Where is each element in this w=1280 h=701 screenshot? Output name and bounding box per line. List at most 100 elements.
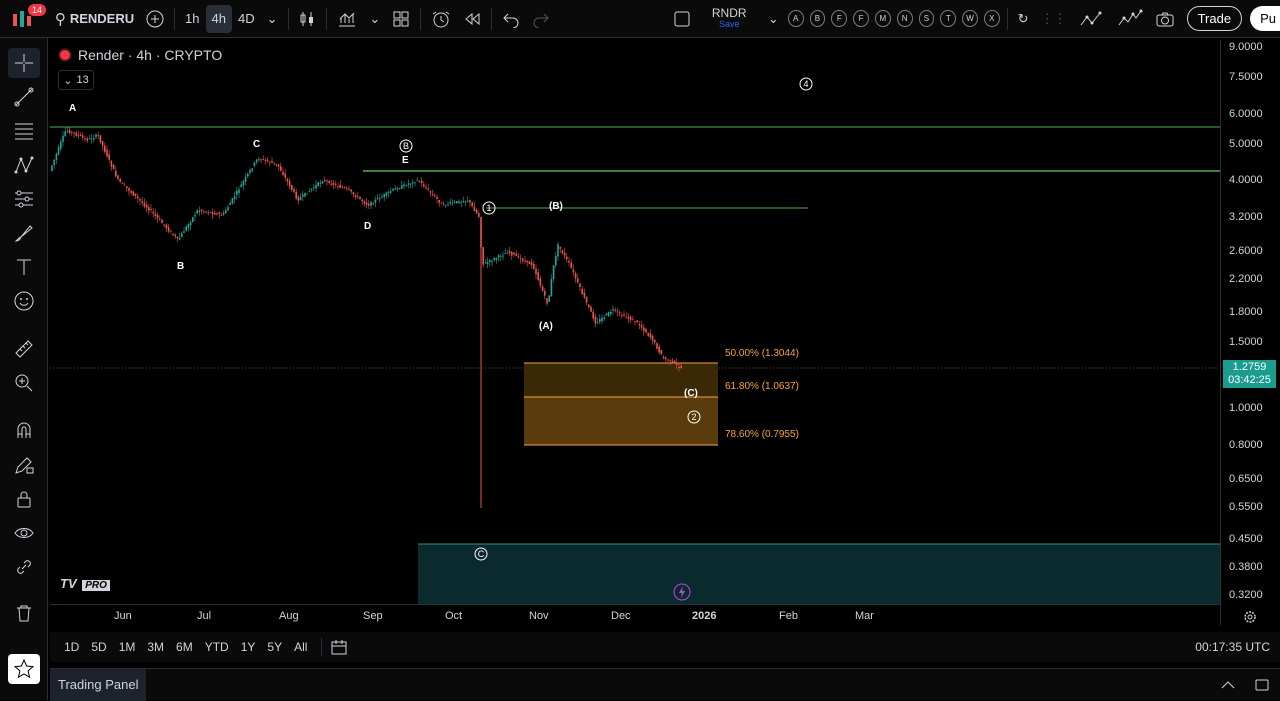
candle-body	[319, 182, 322, 184]
chart-type-button[interactable]	[292, 5, 322, 33]
link-tool[interactable]	[8, 552, 40, 582]
utc-clock[interactable]: 00:17:35 UTC	[1195, 640, 1270, 654]
letter-button-w[interactable]: W	[962, 10, 978, 27]
layout-name-button[interactable]: RNDR Save	[697, 5, 762, 33]
candle-body	[445, 205, 447, 207]
drag-handle[interactable]: ⋮⋮	[1035, 5, 1073, 33]
redo-button[interactable]	[526, 5, 556, 33]
watchlist-favorite-button[interactable]	[8, 654, 40, 684]
interval-1h[interactable]: 1h	[179, 5, 205, 33]
letter-button-b[interactable]: B	[809, 10, 826, 27]
letter-button-x[interactable]: X	[983, 10, 1000, 27]
interval-dropdown[interactable]: ⌄	[261, 5, 284, 33]
range-6m[interactable]: 6M	[170, 640, 199, 654]
add-symbol-button[interactable]	[140, 5, 170, 33]
brush-tool[interactable]	[8, 218, 40, 248]
candle-body	[537, 272, 539, 281]
range-5y[interactable]: 5Y	[261, 640, 288, 654]
candle-body	[629, 316, 632, 321]
app-logo[interactable]: 14	[0, 0, 47, 38]
emoji-tool[interactable]	[8, 286, 40, 316]
range-1m[interactable]: 1M	[113, 640, 142, 654]
indicators-dropdown[interactable]: ⌄	[363, 5, 386, 33]
chart-legend[interactable]: Render · 4h · CRYPTO	[58, 47, 222, 63]
crosshair-icon	[15, 54, 33, 72]
lock-drawing-tool[interactable]	[8, 450, 40, 480]
hide-drawings-tool[interactable]	[8, 518, 40, 548]
wave-label-c[interactable]: C	[253, 139, 260, 150]
ruler-tool[interactable]	[8, 334, 40, 364]
demand-zone[interactable]	[418, 544, 1220, 604]
price-axis[interactable]: 9.0000 7.5000 6.0000 5.0000 4.0000 3.200…	[1220, 40, 1280, 625]
replay-button[interactable]	[457, 5, 487, 33]
text-tool[interactable]	[8, 252, 40, 282]
lock-all-tool[interactable]	[8, 484, 40, 514]
fib-tool[interactable]	[8, 116, 40, 146]
range-ytd[interactable]: YTD	[199, 640, 235, 654]
wave-label-e[interactable]: E	[402, 155, 409, 166]
interval-4d[interactable]: 4D	[232, 5, 261, 33]
candle-body	[236, 190, 238, 195]
wave-label-b[interactable]: B	[177, 261, 184, 272]
undo-button[interactable]	[496, 5, 526, 33]
refresh-button[interactable]: ↻	[1012, 5, 1035, 33]
interval-4h[interactable]: 4h	[205, 4, 232, 33]
screenshot-button[interactable]	[1149, 5, 1181, 33]
candle-body	[544, 290, 546, 296]
letter-button-s[interactable]: S	[918, 10, 935, 27]
wave-tool-abc[interactable]	[1073, 5, 1111, 33]
candle-body	[139, 198, 141, 201]
letter-button-f1[interactable]: F	[831, 10, 848, 27]
candle-body	[134, 193, 137, 197]
indicators-collapse-button[interactable]: ⌄ 13	[58, 70, 94, 90]
layout-dropdown[interactable]: ⌄	[762, 5, 785, 33]
range-3m[interactable]: 3M	[141, 640, 170, 654]
wave-label-par-a[interactable]: (A)	[539, 321, 553, 332]
symbol-search-button[interactable]: ⚲ RENDERU	[49, 5, 140, 33]
compare-checkbox[interactable]	[667, 5, 697, 33]
indicators-button[interactable]	[331, 5, 363, 33]
candle-body	[379, 197, 381, 199]
crosshair-tool[interactable]	[8, 48, 40, 78]
range-5d[interactable]: 5D	[85, 640, 112, 654]
wave-tool-impulse[interactable]	[1111, 5, 1149, 33]
pattern-tool[interactable]	[8, 150, 40, 180]
layouts-button[interactable]	[386, 5, 416, 33]
candle-body	[185, 226, 187, 231]
chart-settings-button[interactable]	[1243, 610, 1257, 629]
forecast-tool[interactable]	[8, 184, 40, 214]
publish-button[interactable]: Pu	[1250, 6, 1280, 31]
magnet-tool[interactable]	[8, 416, 40, 446]
time-axis[interactable]: Jun Jul Aug Sep Oct Nov Dec 2026 Feb Mar	[50, 604, 1220, 628]
tradingview-logo[interactable]: TV PRO	[60, 576, 110, 591]
chart-pane[interactable]: 50.00% (1.3044) 61.80% (1.0637) 78.60% (…	[50, 40, 1220, 604]
wave-label-par-b[interactable]: (B)	[549, 201, 563, 212]
letter-button-n[interactable]: N	[896, 10, 913, 27]
letter-button-f2[interactable]: F	[853, 10, 869, 27]
zoom-tool[interactable]	[8, 368, 40, 398]
alert-button[interactable]	[425, 5, 457, 33]
wave-label-a[interactable]: A	[69, 103, 76, 114]
candle-body	[458, 201, 460, 204]
letter-button-t[interactable]: T	[940, 10, 957, 27]
remove-drawings-tool[interactable]	[8, 598, 40, 628]
candle-body	[260, 159, 262, 161]
candle-body	[570, 262, 572, 268]
range-1y[interactable]: 1Y	[235, 640, 262, 654]
range-all[interactable]: All	[288, 640, 313, 654]
range-1d[interactable]: 1D	[58, 640, 85, 654]
trend-line-tool[interactable]	[8, 82, 40, 112]
maximize-panel-button[interactable]	[1254, 677, 1270, 693]
wave-label-par-c[interactable]: (C)	[684, 388, 698, 399]
fib-label-618: 61.80% (1.0637)	[725, 381, 799, 392]
candle-body	[583, 292, 586, 298]
trading-panel-tab[interactable]: Trading Panel	[50, 668, 147, 701]
wave-label-d[interactable]: D	[364, 221, 371, 232]
go-to-date-button[interactable]	[330, 638, 348, 656]
price-chart[interactable]: 50.00% (1.3044) 61.80% (1.0637) 78.60% (…	[50, 40, 1220, 604]
letter-button-a[interactable]: A	[787, 10, 804, 27]
letter-button-m[interactable]: M	[874, 10, 891, 27]
price-label: 0.8000	[1229, 439, 1263, 451]
trade-button[interactable]: Trade	[1186, 6, 1243, 31]
collapse-panel-button[interactable]	[1220, 677, 1236, 693]
